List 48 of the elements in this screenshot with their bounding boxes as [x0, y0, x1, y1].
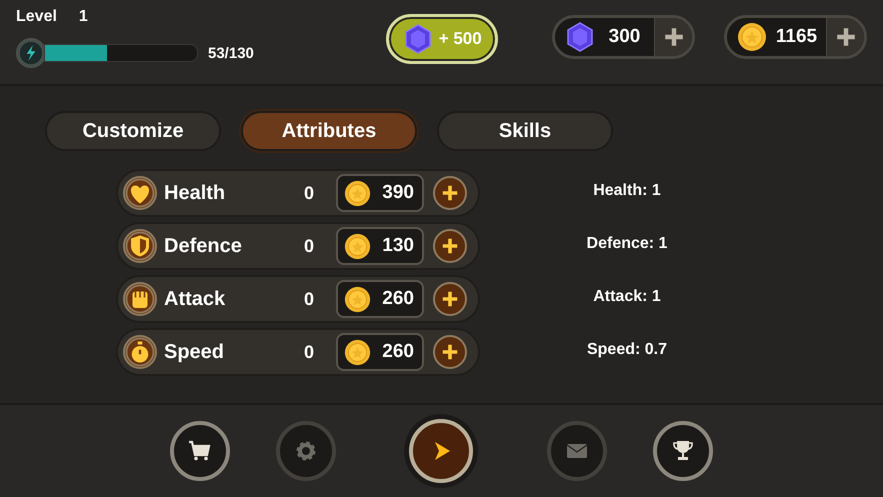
attribute-points: 0 [302, 236, 315, 256]
add-button[interactable] [826, 18, 864, 56]
plus-icon [441, 237, 459, 255]
coin-icon [344, 180, 371, 206]
tab[interactable]: Customize [45, 111, 221, 151]
coin-icon [344, 338, 371, 366]
level-number: 1 [78, 8, 88, 27]
plus-icon [834, 26, 856, 48]
currency-amount: 1165 [774, 26, 818, 48]
gem-icon [565, 22, 595, 52]
cost-amount: 260 [382, 341, 414, 363]
stat-value: Defence: 1 [586, 234, 668, 254]
attribute-name: Speed [164, 340, 226, 364]
plus-icon [441, 290, 459, 308]
stopwatch-icon [123, 335, 157, 369]
plus-icon [441, 184, 459, 202]
attribute-points: 0 [302, 342, 315, 362]
heart-icon [123, 176, 157, 210]
shield-icon [123, 229, 157, 263]
upgrade-button[interactable] [433, 282, 467, 316]
attribute-name: Defence [164, 234, 243, 258]
stat-value: Health: 1 [592, 181, 662, 201]
attribute-points: 0 [302, 182, 315, 204]
level-label: Level [16, 8, 57, 27]
attribute-name: Attack [164, 288, 226, 310]
xp-reading: 53/130 [208, 44, 254, 62]
stat-value: Speed: 0.7 [586, 340, 668, 360]
plus-icon [441, 343, 459, 361]
cost-amount: 260 [382, 288, 414, 310]
coin-icon [737, 22, 767, 52]
cost-amount: 130 [382, 235, 414, 257]
add-button[interactable] [654, 18, 692, 56]
fist-icon [123, 282, 157, 316]
coin-icon [344, 232, 371, 260]
cost-amount: 390 [382, 182, 414, 204]
upgrade-button[interactable] [433, 335, 467, 369]
upgrade-button[interactable] [433, 176, 467, 210]
coin-icon [344, 286, 371, 312]
gem-icon [402, 24, 433, 54]
attribute-points: 0 [302, 288, 315, 310]
stat-value: Attack: 1 [592, 287, 662, 307]
upgrade-button[interactable] [433, 229, 467, 263]
plus-icon [662, 26, 684, 48]
tab[interactable]: Attributes [241, 111, 417, 151]
attribute-name: Health [164, 182, 226, 204]
lightning-icon [16, 38, 46, 68]
tab[interactable]: Skills [437, 111, 613, 151]
currency-amount: 300 [608, 26, 642, 48]
